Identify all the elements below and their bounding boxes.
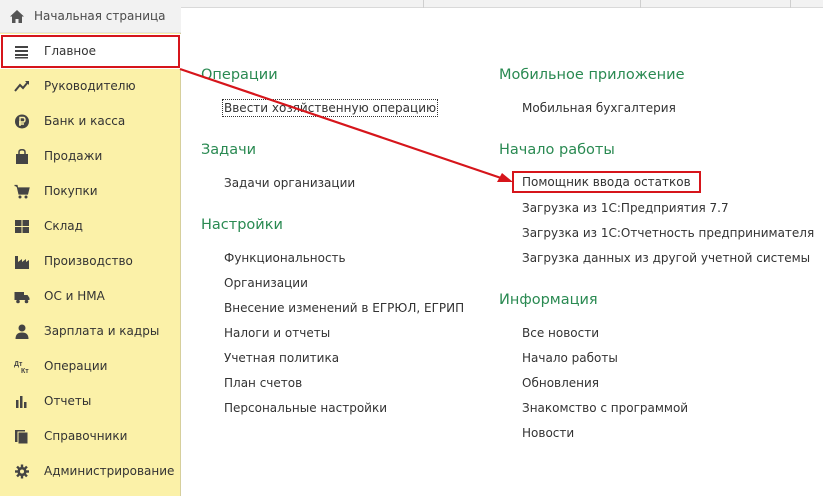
sidebar-item-label: Покупки xyxy=(44,184,98,198)
sidebar-item-catalogs[interactable]: Справочники xyxy=(0,419,181,454)
ruble-coin-icon xyxy=(15,114,29,129)
link-updates[interactable]: Обновления xyxy=(522,376,599,390)
link-organization-tasks[interactable]: Задачи организации xyxy=(224,176,355,190)
link-import-from-1c-77[interactable]: Загрузка из 1С:Предприятия 7.7 xyxy=(522,201,729,215)
sidebar-item-label: Справочники xyxy=(44,429,128,443)
sections-sidebar: Начальная страница Главное Руководителю … xyxy=(0,0,181,496)
link-taxes-reports[interactable]: Налоги и отчеты xyxy=(224,326,330,340)
section-title-getting-started: Начало работы xyxy=(499,142,615,158)
sidebar-item-salary-hr[interactable]: Зарплата и кадры xyxy=(0,314,181,349)
hamburger-menu-icon xyxy=(15,46,28,59)
sidebar-item-label: Администрирование xyxy=(44,464,175,478)
section-title-information: Информация xyxy=(499,292,598,308)
link-accounting-policy[interactable]: Учетная политика xyxy=(224,351,339,365)
sidebar-item-label: Зарплата и кадры xyxy=(44,324,160,338)
link-news[interactable]: Новости xyxy=(522,426,574,440)
top-strip-divider xyxy=(790,0,791,8)
link-getting-started[interactable]: Начало работы xyxy=(522,351,618,365)
link-import-from-other-system[interactable]: Загрузка данных из другой учетной систем… xyxy=(522,251,810,265)
sidebar-item-operations[interactable]: Дт Кт Операции xyxy=(0,349,181,384)
sidebar-item-label: Операции xyxy=(44,359,108,373)
top-strip-divider xyxy=(640,0,641,8)
section-title-tasks: Задачи xyxy=(201,142,257,158)
link-mobile-accounting[interactable]: Мобильная бухгалтерия xyxy=(522,101,676,115)
trend-chart-icon xyxy=(14,81,29,92)
sidebar-item-reports[interactable]: Отчеты xyxy=(0,384,181,419)
annotation-arrow-head xyxy=(497,173,513,182)
link-import-from-1c-entrepreneur-reporting[interactable]: Загрузка из 1С:Отчетность предпринимател… xyxy=(522,226,814,240)
sidebar-item-label: Руководителю xyxy=(44,79,136,93)
link-all-news[interactable]: Все новости xyxy=(522,326,599,340)
sidebar-item-administration[interactable]: Администрирование xyxy=(0,454,181,489)
shopping-bag-icon xyxy=(16,149,28,164)
link-organizations[interactable]: Организации xyxy=(224,276,308,290)
sidebar-item-manager[interactable]: Руководителю xyxy=(0,69,181,104)
link-enter-business-operation[interactable]: Ввести хозяйственную операцию xyxy=(221,99,439,117)
section-title-mobile-app: Мобильное приложение xyxy=(499,67,685,83)
sidebar-item-purchases[interactable]: Покупки xyxy=(0,174,181,209)
sidebar-item-warehouse[interactable]: Склад xyxy=(0,209,181,244)
link-personal-settings[interactable]: Персональные настройки xyxy=(224,401,387,415)
credit-label: Кт xyxy=(21,368,29,374)
debit-credit-icon: Дт Кт xyxy=(14,361,29,374)
bar-chart-icon xyxy=(16,396,27,408)
sidebar-item-fixed-assets[interactable]: ОС и НМА xyxy=(0,279,181,314)
sidebar-item-label: Банк и касса xyxy=(44,114,126,128)
link-egrul-changes[interactable]: Внесение изменений в ЕГРЮЛ, ЕГРИП xyxy=(224,301,464,315)
annotation-arrow-line xyxy=(179,67,505,181)
link-functionality[interactable]: Функциональность xyxy=(224,251,346,265)
truck-icon xyxy=(14,292,30,304)
sidebar-item-label: Продажи xyxy=(44,149,103,163)
home-page-item[interactable]: Начальная страница xyxy=(0,0,181,33)
sidebar-item-label: Производство xyxy=(44,254,133,268)
link-program-introduction[interactable]: Знакомство с программой xyxy=(522,401,688,415)
person-icon xyxy=(15,324,29,339)
sidebar-item-label: Отчеты xyxy=(44,394,92,408)
link-chart-of-accounts[interactable]: План счетов xyxy=(224,376,302,390)
sidebar-item-sales[interactable]: Продажи xyxy=(0,139,181,174)
gear-icon xyxy=(15,464,29,479)
sidebar-item-label: Главное xyxy=(44,44,96,58)
link-opening-balances-assistant[interactable]: Помощник ввода остатков xyxy=(512,171,701,193)
top-strip-divider xyxy=(423,0,424,8)
home-page-label: Начальная страница xyxy=(34,9,166,23)
home-icon xyxy=(10,10,24,23)
factory-icon xyxy=(15,256,29,269)
books-icon xyxy=(15,430,29,444)
sidebar-item-bank-cash[interactable]: Банк и касса xyxy=(0,104,181,139)
section-title-settings: Настройки xyxy=(201,217,283,233)
shopping-cart-icon xyxy=(14,184,30,199)
section-title-operations: Операции xyxy=(201,67,278,83)
sidebar-item-main[interactable]: Главное xyxy=(0,34,181,69)
debit-label: Дт xyxy=(14,361,23,368)
warehouse-grid-icon xyxy=(15,220,29,233)
sidebar-item-label: Склад xyxy=(44,219,83,233)
sidebar-item-label: ОС и НМА xyxy=(44,289,105,303)
sidebar-item-production[interactable]: Производство xyxy=(0,244,181,279)
